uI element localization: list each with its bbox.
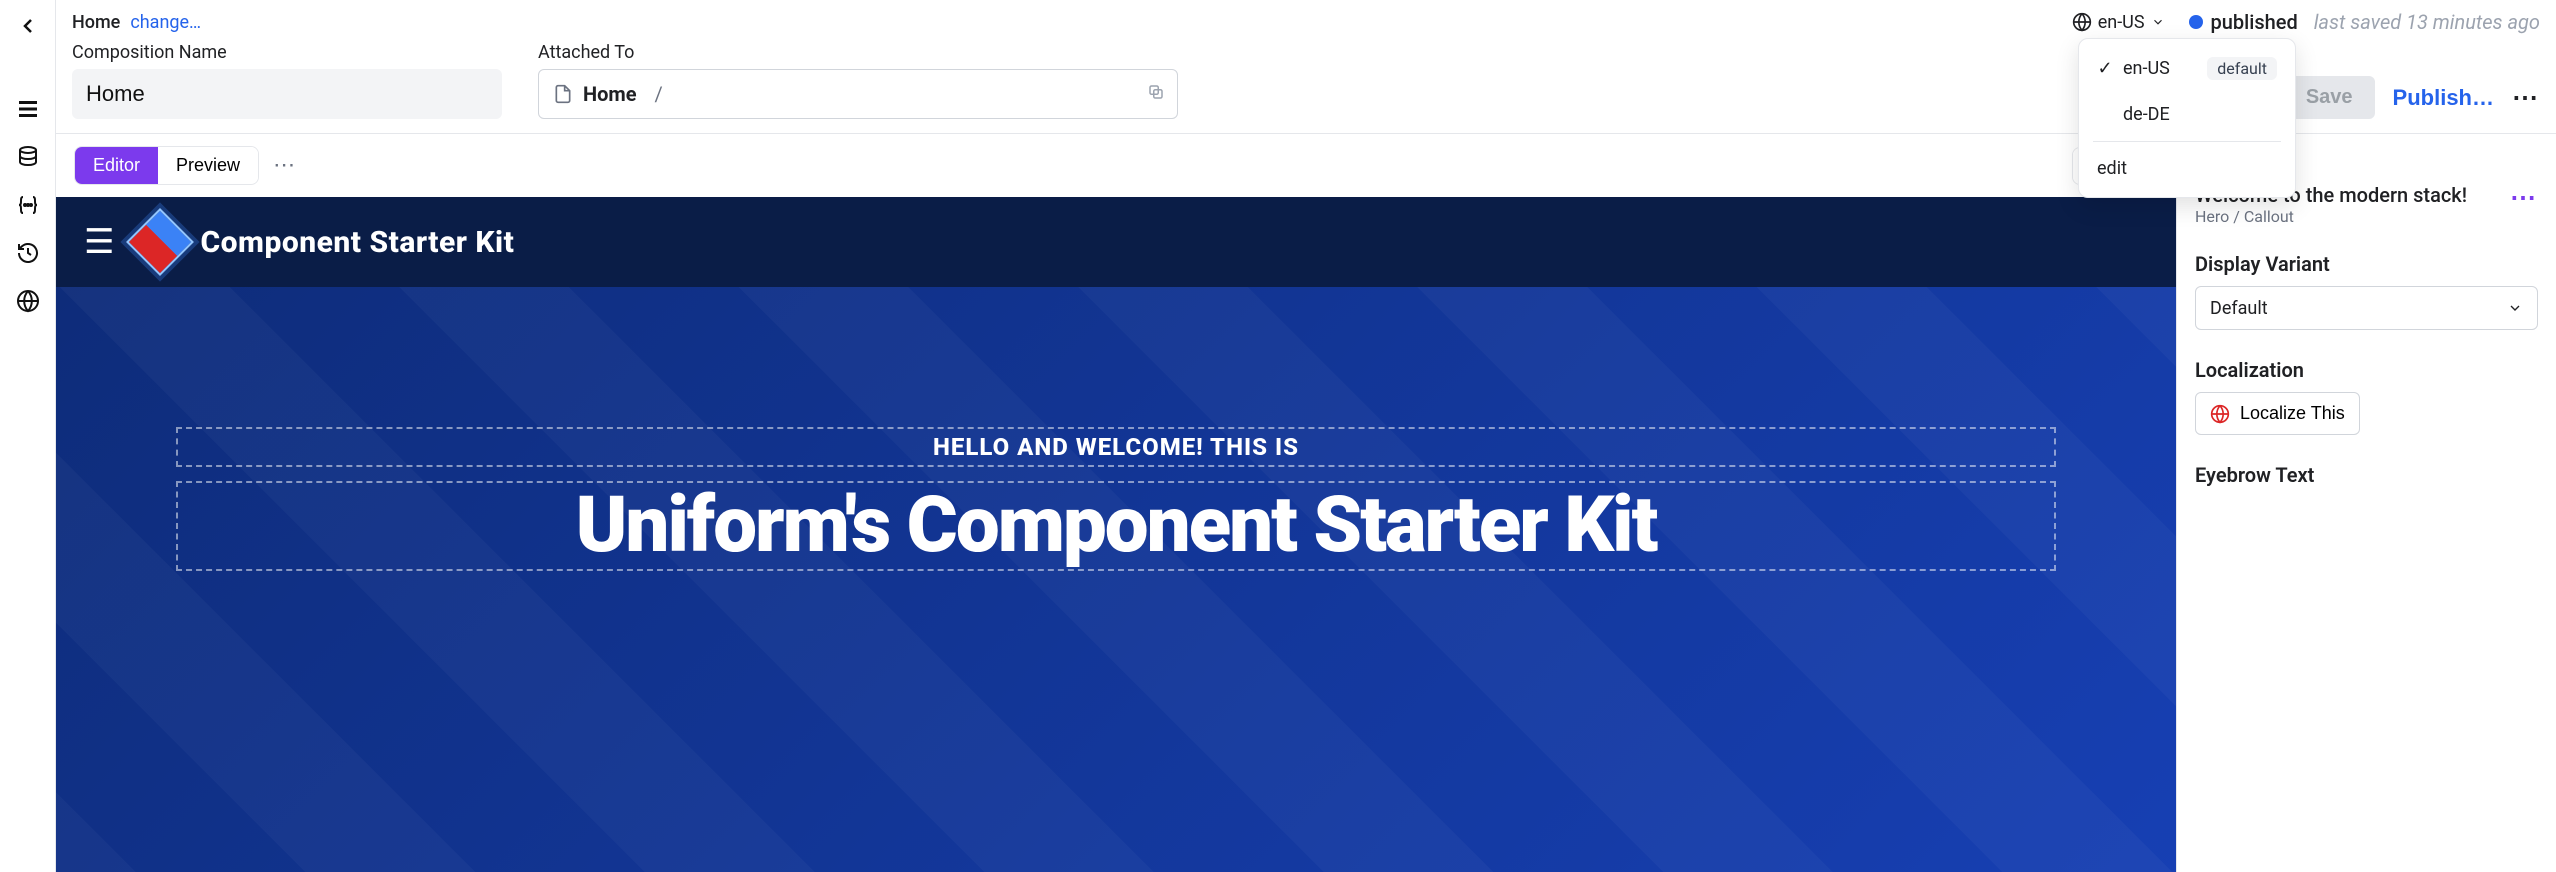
localize-this-label: Localize This — [2240, 403, 2345, 424]
status-dot — [2189, 15, 2203, 29]
display-variant-value: Default — [2210, 298, 2268, 319]
locale-option-label: de-DE — [2123, 104, 2170, 125]
brand-title: Component Starter Kit — [200, 225, 514, 260]
locale-default-badge: default — [2207, 57, 2277, 80]
eyebrow-text-label: Eyebrow Text — [2195, 463, 2538, 487]
context-more-button[interactable]: ⋯ — [2510, 183, 2538, 213]
context-subtitle: Hero / Callout — [2195, 207, 2467, 226]
display-variant-select[interactable]: Default — [2195, 286, 2538, 330]
composition-name-input[interactable] — [72, 69, 502, 119]
toolbar-more-button[interactable]: ⋯ — [273, 153, 295, 178]
status-label: published — [2211, 10, 2298, 34]
breadcrumb-change-link[interactable]: change… — [130, 12, 201, 33]
composition-name-label: Composition Name — [72, 42, 502, 63]
locale-selected: en-US — [2098, 12, 2145, 33]
locale-option-en-us[interactable]: ✓ en-US default — [2079, 45, 2295, 92]
chevron-down-icon — [2507, 300, 2523, 316]
hamburger-icon[interactable]: ☰ — [84, 222, 114, 262]
page-icon — [553, 84, 573, 104]
nav-json-icon[interactable] — [14, 191, 42, 219]
locale-option-label: en-US — [2123, 58, 2170, 79]
locale-option-de-de[interactable]: de-DE — [2079, 92, 2295, 137]
localization-label: Localization — [2195, 358, 2538, 382]
save-button[interactable]: Save — [2284, 76, 2375, 119]
check-icon: ✓ — [2097, 58, 2113, 79]
tab-editor[interactable]: Editor — [75, 147, 158, 184]
display-variant-label: Display Variant — [2195, 252, 2538, 276]
chevron-down-icon — [2151, 15, 2165, 29]
breadcrumb-home: Home — [72, 12, 120, 33]
attached-to-name: Home — [583, 82, 637, 106]
locale-dropdown: ✓ en-US default de-DE edit — [2078, 38, 2296, 198]
preview-canvas[interactable]: ☰ Component Starter Kit HELLO AND WELCOM… — [56, 197, 2176, 872]
locale-picker[interactable]: en-US — [2072, 12, 2165, 33]
nav-data-icon[interactable] — [14, 143, 42, 171]
nav-history-icon[interactable] — [14, 239, 42, 267]
logo-icon — [127, 208, 195, 276]
back-button[interactable] — [16, 12, 40, 45]
globe-icon — [2210, 404, 2230, 424]
locale-edit-option[interactable]: edit — [2079, 146, 2295, 191]
tab-preview[interactable]: Preview — [158, 147, 258, 184]
more-actions-button[interactable]: ⋯ — [2512, 83, 2540, 113]
attached-to-path: / — [655, 82, 663, 106]
copy-icon[interactable] — [1147, 82, 1165, 106]
nav-structure-icon[interactable] — [14, 95, 42, 123]
attached-to-label: Attached To — [538, 42, 1178, 63]
localize-this-button[interactable]: Localize This — [2195, 392, 2360, 435]
publish-button[interactable]: Publish… — [2393, 85, 2494, 111]
nav-globe-icon[interactable] — [14, 287, 42, 315]
hero-headline[interactable]: Uniform's Component Starter Kit — [188, 487, 2044, 565]
last-saved: last saved 13 minutes ago — [2314, 10, 2540, 34]
publish-status: published last saved 13 minutes ago — [2189, 10, 2540, 34]
hero-eyebrow[interactable]: HELLO AND WELCOME! THIS IS — [188, 433, 2044, 461]
attached-to-field[interactable]: Home / — [538, 69, 1178, 119]
